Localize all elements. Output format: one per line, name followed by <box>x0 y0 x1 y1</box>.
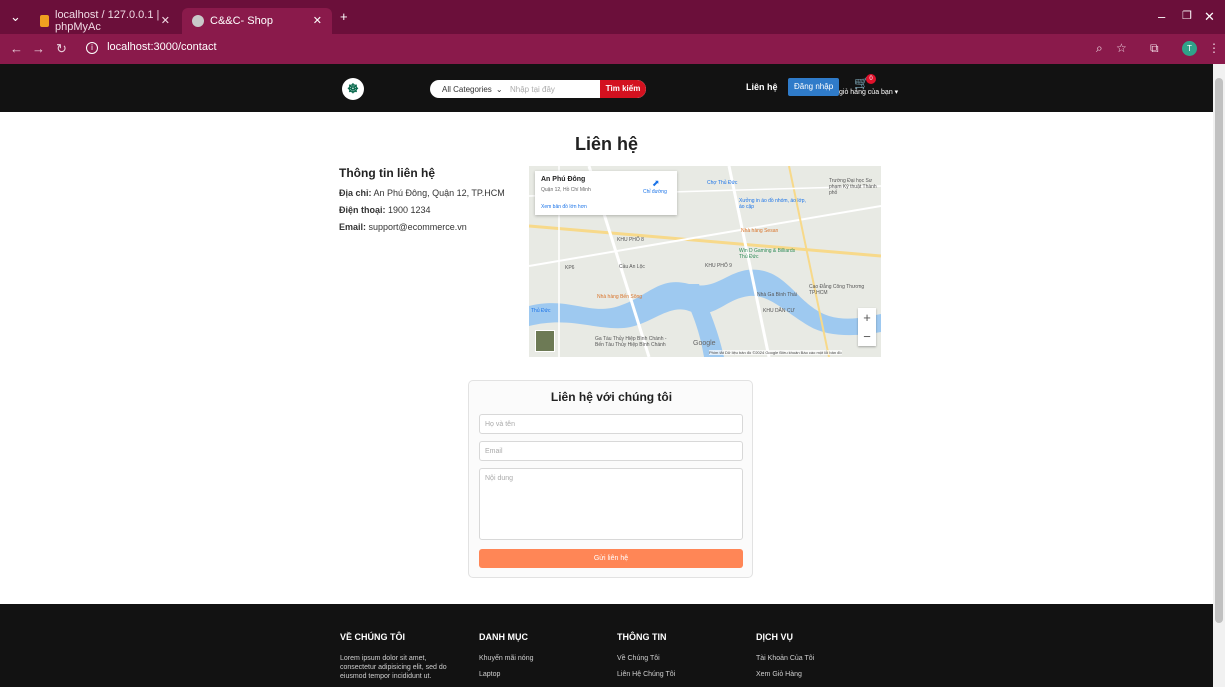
footer-link[interactable]: Laptop <box>479 671 500 678</box>
map-label: Cầu An Lộc <box>619 264 645 270</box>
map-zoom-control: + − <box>858 308 876 346</box>
contact-form-title: Liên hệ với chúng tôi <box>550 390 673 404</box>
map-label: KHU PHỐ 9 <box>705 263 732 269</box>
google-logo: Google <box>693 340 716 347</box>
footer-info-title: THÔNG TIN <box>617 632 667 642</box>
map-label: Thủ Đức <box>531 308 551 314</box>
map-info-card: An Phú Đông Quận 12, Hồ Chí Minh Xem bản… <box>535 171 677 215</box>
map-label: Chợ Thủ Đức <box>707 180 738 186</box>
page-title: Liên hệ <box>574 134 638 154</box>
map-label: Trường Đại học Sư phạm Kỹ thuật Thành ph… <box>829 178 877 196</box>
footer-about-title: VỀ CHÚNG TÔI <box>340 632 406 642</box>
map-label: Nhà hàng Sesan <box>741 228 779 234</box>
google-map[interactable]: An Phú Đông Quận 12, Hồ Chí Minh Xem bản… <box>529 166 881 357</box>
close-window-icon[interactable]: ✕ <box>1204 9 1215 25</box>
map-label: KP6 <box>565 265 575 271</box>
tab-close-icon[interactable]: ✕ <box>161 14 170 27</box>
footer-categories-title: DANH MỤC <box>479 632 528 642</box>
contact-address: Địa chỉ: An Phú Đông, Quận 12, TP.HCM <box>339 188 505 198</box>
tab-title: localhost / 127.0.0.1 | phpMyAc <box>55 9 160 33</box>
category-label: All Categories <box>442 84 492 94</box>
extensions-icon[interactable]: ⧉ <box>1150 41 1159 56</box>
caret-down-icon: ▾ <box>894 89 899 96</box>
bookmark-star-icon[interactable]: ☆ <box>1116 41 1127 55</box>
footer-link[interactable]: Tài Khoản Của Tôi <box>756 655 814 662</box>
map-label: Xưởng in áo đồ nhóm, áo lớp, áo cặp <box>739 198 806 210</box>
category-select[interactable]: All Categories ⌄ <box>430 85 506 94</box>
map-label: Nhà hàng Bến Sông <box>597 294 643 300</box>
directions-icon[interactable]: ⬈ <box>652 178 660 189</box>
map-label: KHU PHỐ 8 <box>617 237 644 243</box>
new-tab-icon[interactable]: + <box>340 9 348 24</box>
contact-phone: Điện thoại: 1900 1234 <box>339 205 431 215</box>
tab-search-icon[interactable]: ⌄ <box>10 9 21 25</box>
contact-form: Liên hệ với chúng tôi Họ và tên Email Nộ… <box>468 380 753 578</box>
tab-shop[interactable]: C&&C- Shop ✕ <box>182 8 332 34</box>
email-input[interactable]: Email <box>479 441 743 461</box>
zoom-icon[interactable]: ⌕ <box>1096 41 1103 56</box>
chevron-down-icon: ⌄ <box>495 84 503 94</box>
profile-avatar[interactable]: T <box>1182 41 1197 56</box>
reload-icon[interactable]: ↻ <box>56 41 67 57</box>
map-label: Win D Gaming & Billiards Thủ Đức <box>739 248 796 260</box>
contact-email: Email: support@ecommerce.vn <box>339 222 467 232</box>
restore-icon[interactable]: ❐ <box>1182 9 1192 22</box>
nav-link-contact[interactable]: Liên hệ <box>746 82 778 92</box>
search-button[interactable]: Tìm kiếm <box>600 80 646 98</box>
footer-services-title: DỊCH VỤ <box>756 632 794 642</box>
map-directions-link[interactable]: Chỉ đường <box>643 189 667 195</box>
map-label: Cao Đẳng Công Thương TP.HCM <box>809 284 865 296</box>
forward-icon[interactable]: → <box>32 41 45 56</box>
url-text: localhost:3000/contact <box>107 41 217 53</box>
phpmyadmin-favicon <box>40 15 49 27</box>
footer-link[interactable]: Khuyến mãi nóng <box>479 655 533 662</box>
map-larger-link[interactable]: Xem bản đồ lớn hơn <box>541 204 587 210</box>
search-input[interactable]: Nhập tại đây <box>506 85 600 94</box>
browser-tab-bar: ⌄ localhost / 127.0.0.1 | phpMyAc ✕ C&&C… <box>0 0 1225 34</box>
zoom-in-button[interactable]: + <box>858 308 876 327</box>
map-satellite-thumbnail[interactable] <box>535 330 555 352</box>
back-icon[interactable]: ← <box>10 41 23 56</box>
map-label: Ga Tàu Thủy Hiệp Bình Chánh - Bến Tàu Th… <box>595 336 667 348</box>
map-label: Nhà Ga Bình Thái <box>757 292 797 298</box>
tab-phpmyadmin[interactable]: localhost / 127.0.0.1 | phpMyAc ✕ <box>30 8 180 34</box>
map-label: KHU DÂN CƯ <box>763 308 795 314</box>
map-place-title: An Phú Đông <box>541 176 586 183</box>
shop-logo[interactable]: ☸ <box>342 78 364 100</box>
footer-link[interactable]: Về Chúng Tôi <box>617 655 660 662</box>
name-input[interactable]: Họ và tên <box>479 414 743 434</box>
site-info-icon[interactable]: i <box>86 42 98 54</box>
submit-contact-button[interactable]: Gửi liên hệ <box>479 549 743 568</box>
message-textarea[interactable]: Nội dung <box>479 468 743 540</box>
footer-link[interactable]: Liên Hệ Chúng Tôi <box>617 671 675 678</box>
cart-label[interactable]: giỏ hàng của bạn ▾ <box>839 88 898 96</box>
tab-title: C&&C- Shop <box>210 15 273 27</box>
map-place-subtitle: Quận 12, Hồ Chí Minh <box>541 187 591 193</box>
page-scrollbar-thumb[interactable] <box>1215 78 1223 623</box>
globe-favicon <box>192 15 204 27</box>
map-attribution: Phím tắt Dữ liệu bản đồ ©2024 Google Điề… <box>709 350 842 355</box>
tab-close-icon[interactable]: ✕ <box>313 14 322 27</box>
menu-dots-icon[interactable]: ⋮ <box>1208 41 1220 55</box>
search-bar: All Categories ⌄ Nhập tại đây Tìm kiếm <box>430 80 646 98</box>
footer-about-text: Lorem ipsum dolor sit amet, consectetur … <box>340 655 447 680</box>
address-bar: ← → ↻ i localhost:3000/contact ⌕ ☆ ⧉ ⋮ <box>0 34 1225 64</box>
contact-info-heading: Thông tin liên hệ <box>339 166 435 180</box>
login-button[interactable]: Đăng nhập <box>788 78 840 96</box>
zoom-out-button[interactable]: − <box>858 327 876 346</box>
cart-count-badge: 0 <box>866 74 876 84</box>
url-field[interactable]: i localhost:3000/contact <box>86 41 217 54</box>
site-footer: VỀ CHÚNG TÔI Lorem ipsum dolor sit amet,… <box>0 604 1213 687</box>
footer-link[interactable]: Xem Giỏ Hàng <box>756 671 802 678</box>
minimize-icon[interactable]: – <box>1158 9 1165 24</box>
